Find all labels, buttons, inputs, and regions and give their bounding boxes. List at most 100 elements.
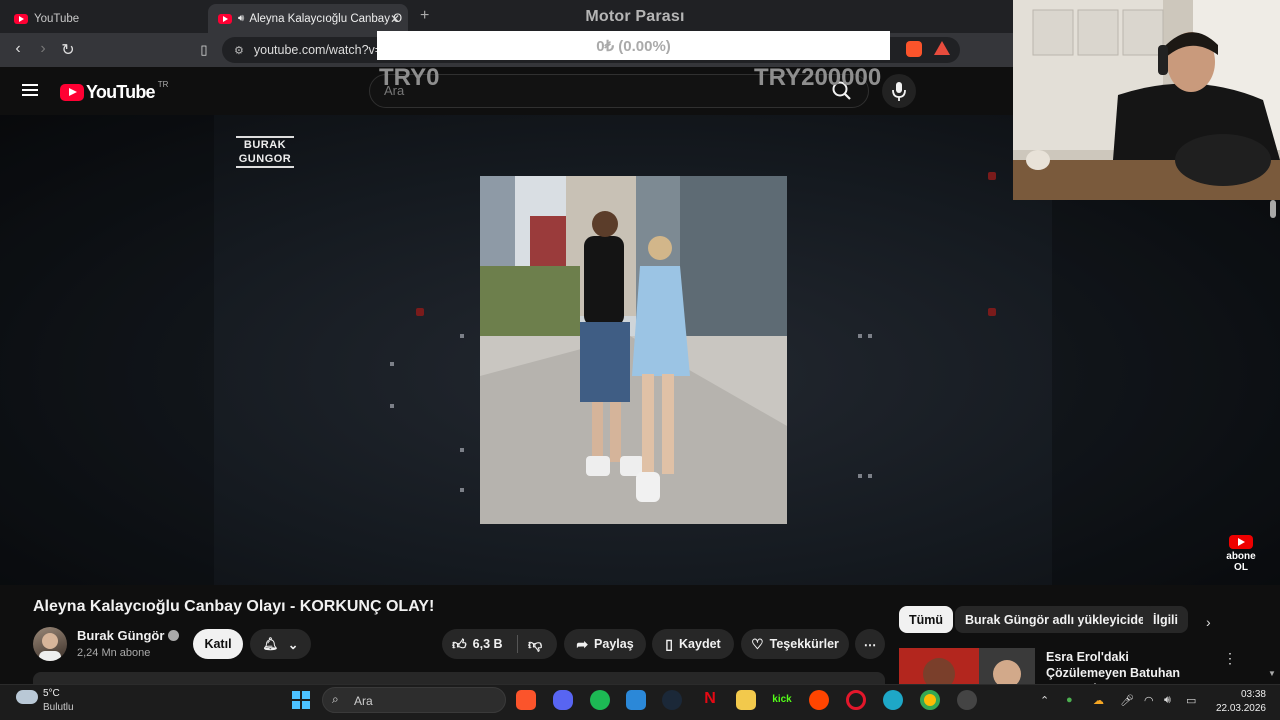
steam-icon[interactable] xyxy=(662,690,682,710)
share-icon: ➦ xyxy=(576,635,589,652)
tab-active-video[interactable]: 🔊︎ Aleyna Kalaycıoğlu Canbay O ✕ xyxy=(208,4,408,33)
bookmark-icon[interactable]: ▯ xyxy=(194,42,214,58)
youtube-favicon-icon xyxy=(14,13,28,24)
discord-icon[interactable] xyxy=(553,690,573,710)
menu-icon[interactable] xyxy=(22,84,38,96)
thanks-button[interactable]: ♡ Teşekkürler xyxy=(741,629,849,659)
scrollbar-thumb[interactable] xyxy=(1270,200,1276,218)
opera-icon[interactable] xyxy=(846,690,866,710)
site-settings-icon[interactable]: ⚙ xyxy=(234,44,244,57)
forward-icon[interactable]: › xyxy=(33,40,53,58)
bookmark-icon: ▯ xyxy=(665,635,674,652)
microphone-icon[interactable]: 🎤︎ xyxy=(1120,694,1134,707)
brave-browser-icon[interactable] xyxy=(516,690,536,710)
tray-cloud-icon[interactable]: ☁ xyxy=(1093,694,1104,707)
file-explorer-icon[interactable] xyxy=(736,690,756,710)
brave-shield-icon[interactable] xyxy=(906,41,922,57)
tray-app-icon[interactable]: ● xyxy=(1066,694,1073,706)
more-actions-button[interactable]: ⋯ xyxy=(855,629,885,659)
tab-youtube[interactable]: YouTube xyxy=(4,4,204,33)
tab-title: Aleyna Kalaycıoğlu Canbay O xyxy=(249,12,403,25)
chip-related[interactable]: İlgili xyxy=(1143,606,1188,633)
back-icon[interactable]: ‹ xyxy=(8,40,28,58)
notifications-button[interactable]: 🔔︎ ⌄ xyxy=(250,629,311,659)
heart-dollar-icon: ♡ xyxy=(751,635,764,652)
share-button[interactable]: ➦ Paylaş xyxy=(564,629,646,659)
donation-progress-bar: 0₺ (0.00%) xyxy=(377,31,890,60)
volume-icon[interactable]: 🔊︎ xyxy=(1164,694,1171,707)
brave-rewards-icon[interactable] xyxy=(934,41,950,55)
particle-dot xyxy=(988,308,996,316)
video-side-shade xyxy=(1052,200,1280,585)
thumbs-down-icon[interactable]: 👎︎ xyxy=(528,636,542,653)
new-tab-icon[interactable]: + xyxy=(420,7,429,25)
particle-dot xyxy=(460,334,464,338)
webcam-feed xyxy=(1013,0,1280,200)
channel-avatar[interactable] xyxy=(33,627,67,661)
chrome-icon[interactable] xyxy=(920,690,940,710)
thanks-label: Teşekkürler xyxy=(769,637,839,651)
battery-icon[interactable]: ▭ xyxy=(1186,694,1196,707)
overlay-title: Motor Parası xyxy=(585,8,685,25)
date: 22.03.2026 xyxy=(1215,703,1266,714)
speaker-icon[interactable]: 🔊︎ xyxy=(238,13,244,24)
abone-text: OL xyxy=(1234,562,1248,573)
tab-title: YouTube xyxy=(34,12,80,25)
app-icon[interactable] xyxy=(626,690,646,710)
like-button[interactable]: 👍︎ 6,3 B 👎︎ xyxy=(442,629,557,659)
wifi-icon[interactable]: ◠ xyxy=(1144,694,1154,707)
join-button[interactable]: Katıl xyxy=(193,629,243,659)
youtube-logo[interactable]: YouTube TR xyxy=(60,80,169,103)
description-box[interactable] xyxy=(33,672,885,684)
share-label: Paylaş xyxy=(594,637,634,651)
screen: YouTube 🔊︎ Aleyna Kalaycıoğlu Canbay O ✕… xyxy=(0,0,1280,720)
channel-name[interactable]: Burak Güngör xyxy=(77,628,180,643)
logo-text: YouTube xyxy=(86,82,156,102)
save-button[interactable]: ▯ Kaydet xyxy=(652,629,734,659)
youtube-play-icon xyxy=(60,84,84,101)
netflix-icon[interactable]: N xyxy=(700,690,720,710)
youtube-favicon-icon xyxy=(218,13,232,24)
channel-name-text: Burak Güngör xyxy=(77,628,165,643)
particle-dot xyxy=(390,404,394,408)
subscribe-play-icon xyxy=(1229,535,1253,549)
country-code: TR xyxy=(157,80,169,89)
search-icon: ⌕ xyxy=(332,692,339,706)
microphone-icon xyxy=(892,82,906,101)
particle-dot xyxy=(390,362,394,366)
close-tab-icon[interactable]: ✕ xyxy=(390,12,400,26)
reddit-icon[interactable] xyxy=(809,690,829,710)
video-title: Aleyna Kalaycıoğlu Canbay Olayı - KORKUN… xyxy=(33,598,435,615)
watermark-line: BURAK xyxy=(243,139,287,151)
particle-dot xyxy=(858,334,862,338)
url-text: youtube.com/watch?v= xyxy=(253,43,383,57)
video-side-shade xyxy=(0,115,214,585)
weather-temperature[interactable]: 5°C xyxy=(43,688,60,699)
cloud-icon[interactable] xyxy=(16,690,38,704)
more-vert-icon[interactable]: ⋮ xyxy=(1223,650,1237,667)
divider xyxy=(517,635,518,653)
particle-dot xyxy=(460,448,464,452)
chevron-up-icon[interactable]: ⌃ xyxy=(1040,694,1049,707)
reload-icon[interactable]: ↻ xyxy=(58,40,78,60)
chevron-right-icon[interactable]: › xyxy=(1206,614,1211,630)
kick-icon[interactable]: kick xyxy=(772,690,792,710)
chip-all[interactable]: Tümü xyxy=(899,606,954,633)
obs-icon[interactable] xyxy=(957,690,977,710)
time: 03:38 xyxy=(1240,689,1266,700)
bell-icon: 🔔︎ xyxy=(262,636,279,651)
subscribe-animation: abone OL xyxy=(1224,535,1258,573)
taskbar-search-input[interactable] xyxy=(322,687,506,713)
particle-dot xyxy=(868,334,872,338)
chip-from-uploader[interactable]: Burak Güngör adlı yükleyiciden xyxy=(955,606,1163,633)
recommendation-thumbnail[interactable] xyxy=(899,648,1035,684)
voice-search-button[interactable] xyxy=(882,74,916,108)
scroll-down-icon[interactable]: ▼ xyxy=(1268,669,1276,678)
thumbs-up-icon: 👍︎ xyxy=(452,635,467,652)
donation-amount: 0₺ (0.00%) xyxy=(596,37,671,55)
subscriber-count: 2,24 Mn abone xyxy=(77,647,151,659)
clock[interactable]: 03:38 22.03.2026 xyxy=(1214,688,1266,716)
windows-start-icon[interactable] xyxy=(292,691,310,709)
edge-icon[interactable] xyxy=(883,690,903,710)
spotify-icon[interactable] xyxy=(590,690,610,710)
